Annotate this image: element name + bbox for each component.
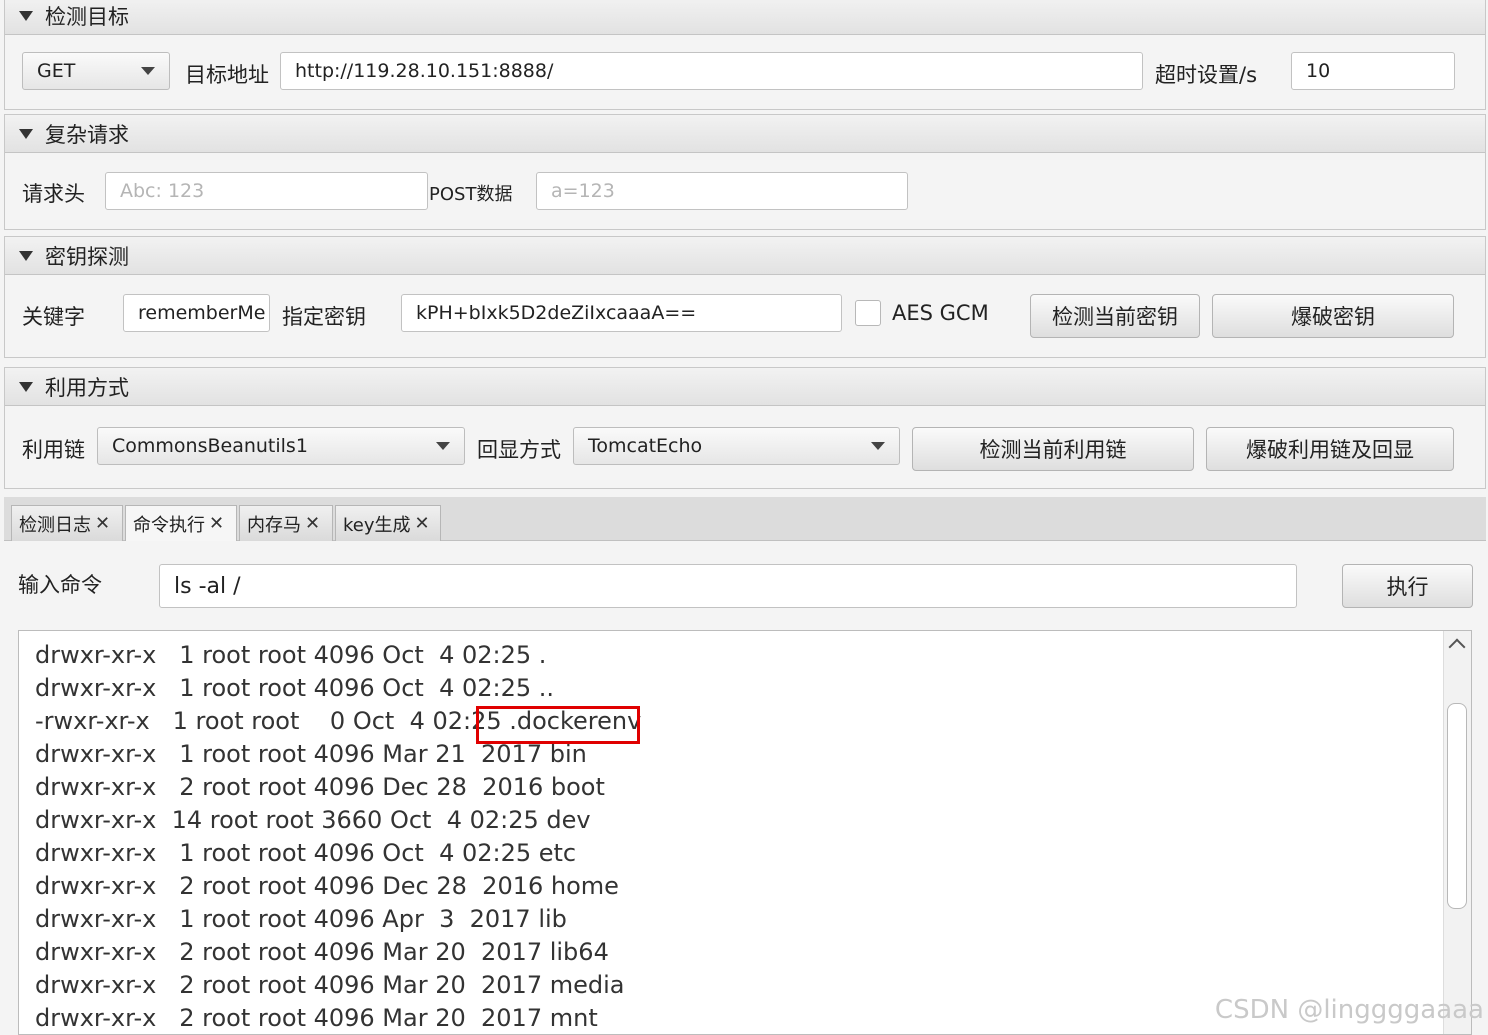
scroll-up-icon[interactable] [1448, 638, 1466, 656]
output-line: drwxr-xr-x 2 root root 4096 Mar 20 2017 … [35, 938, 609, 966]
command-input[interactable]: ls -al / [159, 564, 1297, 608]
output-line: drwxr-xr-x 2 root root 4096 Dec 28 2016 … [35, 773, 605, 801]
tab-detection-log[interactable]: 检测日志 ✕ [11, 505, 123, 541]
key-detection-section-title: 密钥探测 [45, 244, 129, 269]
exploit-section-header[interactable]: 利用方式 [5, 368, 1485, 406]
keyword-input-value: rememberMe [138, 302, 266, 324]
close-icon[interactable]: ✕ [305, 513, 320, 534]
method-select[interactable]: GET [22, 52, 170, 90]
dockerenv-highlight-box [476, 706, 640, 744]
complex-request-section-title: 复杂请求 [45, 122, 129, 147]
tab-label: 内存马 [247, 514, 301, 536]
output-lines: drwxr-xr-x 1 root root 4096 Oct 4 02:25 … [35, 639, 641, 1034]
key-detection-section: 密钥探测 关键字 rememberMe 指定密钥 kPH+bIxk5D2deZi… [4, 236, 1486, 358]
brute-key-button[interactable]: 爆破密钥 [1212, 294, 1454, 338]
tab-label: 检测日志 [19, 514, 91, 536]
target-section-header[interactable]: 检测目标 [5, 0, 1485, 35]
header-label: 请求头 [22, 182, 85, 206]
timeout-label: 超时设置/s [1155, 63, 1258, 87]
close-icon[interactable]: ✕ [415, 513, 430, 534]
output-line: drwxr-xr-x 1 root root 4096 Oct 4 02:25 … [35, 641, 547, 669]
brute-chain-button[interactable]: 爆破利用链及回显 [1206, 427, 1454, 471]
close-icon[interactable]: ✕ [209, 513, 224, 534]
exploit-section-title: 利用方式 [45, 375, 129, 400]
aes-gcm-label: AES GCM [892, 301, 989, 325]
command-output-area[interactable]: drwxr-xr-x 1 root root 4096 Oct 4 02:25 … [18, 630, 1472, 1035]
check-key-button-label: 检测当前密钥 [1052, 305, 1178, 329]
tab-key-gen[interactable]: key生成 ✕ [335, 505, 441, 541]
post-data-input-placeholder: a=123 [551, 180, 615, 202]
echo-select-value: TomcatEcho [588, 435, 703, 457]
keyword-label: 关键字 [22, 305, 85, 329]
chevron-down-icon [436, 442, 450, 450]
output-line: drwxr-xr-x 2 root root 4096 Dec 28 2016 … [35, 872, 619, 900]
collapse-arrow-icon[interactable] [19, 128, 33, 139]
key-detection-section-header[interactable]: 密钥探测 [5, 237, 1485, 275]
check-chain-button-label: 检测当前利用链 [979, 438, 1127, 462]
brute-chain-button-label: 爆破利用链及回显 [1246, 438, 1414, 462]
vertical-scrollbar[interactable] [1443, 631, 1471, 1034]
timeout-input[interactable]: 10 [1291, 52, 1455, 90]
brute-key-button-label: 爆破密钥 [1291, 305, 1375, 329]
url-label: 目标地址 [185, 63, 269, 87]
aes-gcm-checkbox[interactable] [855, 300, 881, 326]
key-input[interactable]: kPH+bIxk5D2deZiIxcaaaA== [401, 294, 842, 332]
header-input[interactable]: Abc: 123 [105, 172, 428, 210]
header-input-placeholder: Abc: 123 [120, 180, 205, 202]
timeout-input-value: 10 [1306, 60, 1331, 82]
collapse-arrow-icon[interactable] [19, 381, 33, 392]
scrollbar-thumb[interactable] [1447, 703, 1467, 909]
echo-label: 回显方式 [477, 438, 561, 462]
command-label: 输入命令 [18, 573, 102, 597]
collapse-arrow-icon[interactable] [19, 250, 33, 261]
tab-label: 命令执行 [133, 514, 205, 536]
chevron-down-icon [141, 67, 155, 75]
keyword-input[interactable]: rememberMe [123, 294, 270, 332]
chain-select[interactable]: CommonsBeanutils1 [97, 427, 465, 465]
output-line: drwxr-xr-x 2 root root 4096 Mar 20 2017 … [35, 971, 625, 999]
target-section-title: 检测目标 [45, 4, 129, 29]
app-window: 检测目标 GET 目标地址 http://119.28.10.151:8888/… [0, 0, 1488, 1035]
command-input-value: ls -al / [174, 573, 241, 599]
specified-key-label: 指定密钥 [282, 305, 366, 329]
chain-select-value: CommonsBeanutils1 [112, 435, 308, 457]
echo-select[interactable]: TomcatEcho [573, 427, 900, 465]
output-line: drwxr-xr-x 14 root root 3660 Oct 4 02:25… [35, 806, 591, 834]
tab-label: key生成 [343, 514, 411, 536]
tab-bar: 检测日志 ✕ 命令执行 ✕ 内存马 ✕ key生成 ✕ [4, 497, 1486, 541]
output-line: drwxr-xr-x 2 root root 4096 Mar 20 2017 … [35, 1004, 598, 1032]
exploit-section: 利用方式 利用链 CommonsBeanutils1 回显方式 TomcatEc… [4, 367, 1486, 489]
output-line: drwxr-xr-x 1 root root 4096 Oct 4 02:25 … [35, 839, 577, 867]
close-icon[interactable]: ✕ [95, 513, 110, 534]
key-input-value: kPH+bIxk5D2deZiIxcaaaA== [416, 302, 697, 324]
complex-request-section-header[interactable]: 复杂请求 [5, 115, 1485, 153]
collapse-arrow-icon[interactable] [19, 10, 33, 21]
post-data-input[interactable]: a=123 [536, 172, 908, 210]
complex-request-section: 复杂请求 请求头 Abc: 123 POST数据 a=123 [4, 114, 1486, 230]
chain-label: 利用链 [22, 438, 85, 462]
check-chain-button[interactable]: 检测当前利用链 [912, 427, 1194, 471]
tab-memory-shell[interactable]: 内存马 ✕ [239, 505, 333, 541]
execute-button[interactable]: 执行 [1342, 564, 1473, 608]
execute-button-label: 执行 [1386, 575, 1429, 599]
post-data-label: POST数据 [429, 184, 513, 205]
output-line: drwxr-xr-x 1 root root 4096 Oct 4 02:25 … [35, 674, 555, 702]
url-input-value: http://119.28.10.151:8888/ [295, 60, 554, 82]
method-select-value: GET [37, 60, 76, 82]
watermark: CSDN @linggggaaaa [1214, 995, 1484, 1025]
chevron-down-icon [871, 442, 885, 450]
check-key-button[interactable]: 检测当前密钥 [1030, 294, 1200, 338]
output-line: drwxr-xr-x 1 root root 4096 Apr 3 2017 l… [35, 905, 567, 933]
url-input[interactable]: http://119.28.10.151:8888/ [280, 52, 1143, 90]
tab-command-exec[interactable]: 命令执行 ✕ [125, 505, 237, 541]
target-section: 检测目标 GET 目标地址 http://119.28.10.151:8888/… [4, 0, 1486, 110]
